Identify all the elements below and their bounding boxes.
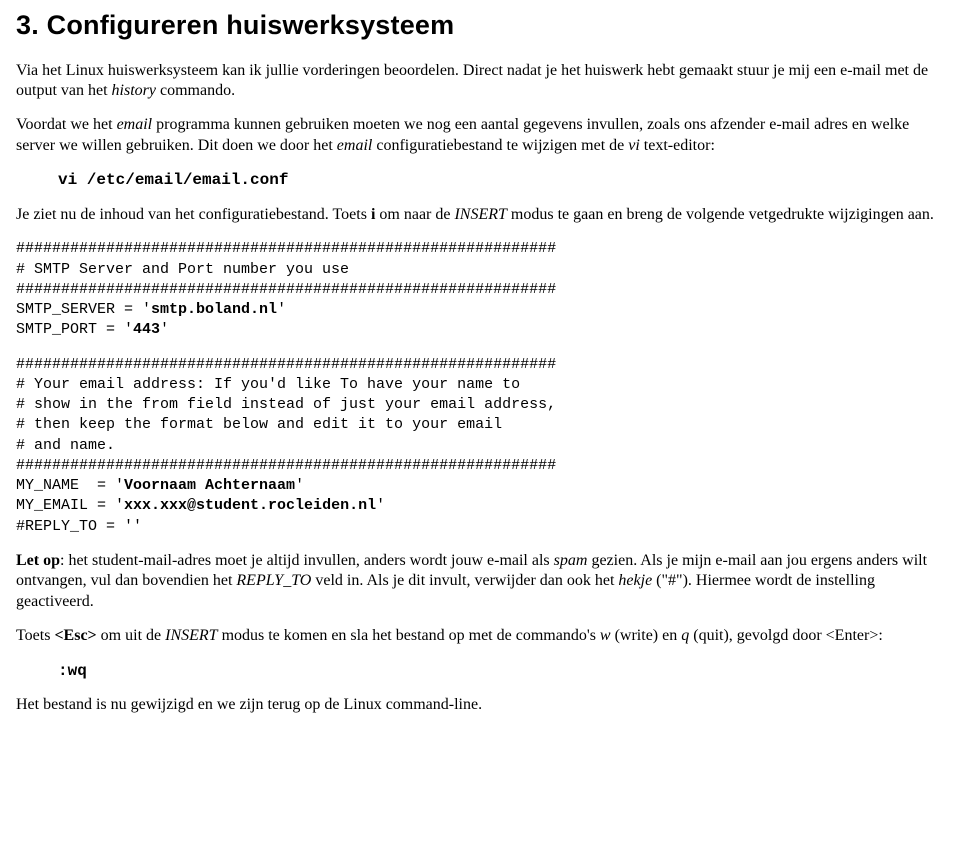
key-esc: <Esc> [54,627,96,644]
email-term: email [337,137,373,154]
note-paragraph: Let op: het student-mail-adres moet je a… [16,551,944,612]
save-instructions: Toets <Esc> om uit de INSERT modus te ko… [16,626,944,646]
code-line: ########################################… [16,356,556,373]
code-line: ########################################… [16,240,556,257]
code-line: MY_NAME = ' [16,477,124,494]
config-block-smtp: ########################################… [16,239,944,340]
text: configuratiebestand te wijzigen met de [372,137,628,154]
text: (quit), gevolgd door <Enter>: [689,627,883,644]
code-line: # show in the from field instead of just… [16,396,556,413]
vi-term: vi [628,137,640,154]
text: veld in. Als je dit invult, verwijder da… [311,572,618,589]
config-block-identity: ########################################… [16,355,944,537]
code-line: # then keep the format below and edit it… [16,416,502,433]
email-term: email [117,116,153,133]
text: Toets [16,627,54,644]
w-term: w [600,627,611,644]
my-name-value: Voornaam Achternaam [124,477,295,494]
text: om uit de [97,627,165,644]
closing-paragraph: Het bestand is nu gewijzigd en we zijn t… [16,695,944,715]
vi-command: vi /etc/email/email.conf [58,170,944,190]
my-email-value: xxx.xxx@student.rocleiden.nl [124,497,376,514]
smtp-port-value: 443 [133,321,160,338]
text: : het student-mail-adres moet je altijd … [60,552,554,569]
smtp-server-value: smtp.boland.nl [151,301,277,318]
text: modus te gaan en breng de volgende vetge… [507,206,934,223]
spam-term: spam [554,552,588,569]
code-line: ' [376,497,385,514]
hekje-term: hekje [618,572,652,589]
code-line: ########################################… [16,281,556,298]
paragraph-insert-mode: Je ziet nu de inhoud van het configurati… [16,205,944,225]
let-op-label: Let op [16,552,60,569]
text: Voordat we het [16,116,117,133]
history-command: history [112,82,156,99]
wq-command: :wq [58,661,944,681]
code-line: ########################################… [16,457,556,474]
text: modus te komen en sla het bestand op met… [218,627,600,644]
code-line: #REPLY_TO = '' [16,518,142,535]
text: Je ziet nu de inhoud van het configurati… [16,206,371,223]
code-line: SMTP_PORT = ' [16,321,133,338]
text: om naar de [375,206,454,223]
text: text-editor: [640,137,715,154]
code-line: ' [295,477,304,494]
code-line: # SMTP Server and Port number you use [16,261,349,278]
code-line: ' [277,301,286,318]
intro-paragraph-2: Voordat we het email programma kunnen ge… [16,115,944,156]
insert-term: INSERT [454,206,506,223]
insert-term: INSERT [165,627,217,644]
intro-paragraph-1: Via het Linux huiswerksysteem kan ik jul… [16,61,944,102]
text: (write) en [611,627,682,644]
code-line: SMTP_SERVER = ' [16,301,151,318]
text: commando. [156,82,235,99]
code-line: # and name. [16,437,115,454]
section-title: 3. Configureren huiswerksysteem [16,8,944,43]
code-line: MY_EMAIL = ' [16,497,124,514]
code-line: # Your email address: If you'd like To h… [16,376,520,393]
reply-to-term: REPLY_TO [236,572,311,589]
code-line: ' [160,321,169,338]
